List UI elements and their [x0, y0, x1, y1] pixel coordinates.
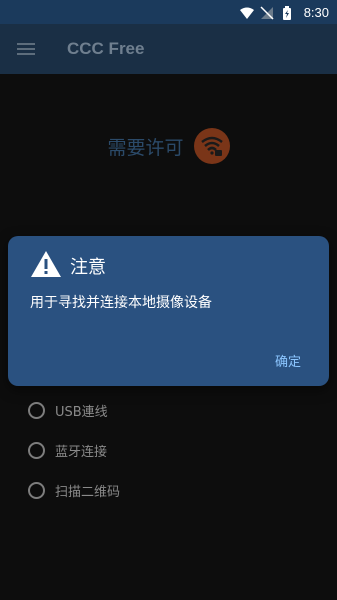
wifi-lock-icon[interactable] [193, 128, 230, 164]
option-qr-scan[interactable]: 扫描二维码 [28, 470, 120, 510]
option-label: USB連线 [55, 404, 108, 420]
menu-button[interactable] [0, 24, 52, 74]
option-label: 扫描二维码 [55, 484, 121, 500]
option-label: 蓝牙连接 [55, 444, 108, 460]
app-title: CCC Free [67, 39, 145, 58]
dialog-header: 注意 [30, 250, 106, 282]
dialog-message: 用于寻找并连接本地摄像设备 [30, 295, 212, 311]
app-bar: CCC Free [0, 24, 337, 74]
radio-button[interactable] [28, 441, 45, 459]
radio-button[interactable] [28, 401, 45, 419]
alert-dialog: 注意 用于寻找并连接本地摄像设备 确定 [8, 236, 329, 386]
permission-title: 需要许可 [107, 136, 184, 159]
radio-button[interactable] [28, 481, 45, 499]
battery-charging-icon [280, 5, 294, 20]
permission-header: 需要许可 [0, 124, 337, 168]
warning-icon [30, 250, 62, 282]
dialog-title: 注意 [70, 257, 106, 278]
wifi-icon [239, 5, 254, 19]
confirm-button[interactable]: 确定 [275, 351, 301, 370]
connection-options: USB連线 蓝牙连接 扫描二维码 [28, 390, 120, 510]
hamburger-icon [17, 43, 35, 55]
option-bluetooth[interactable]: 蓝牙连接 [28, 430, 120, 470]
no-signal-icon [260, 5, 274, 20]
status-bar: 8:30 [0, 0, 337, 24]
option-usb[interactable]: USB連线 [28, 390, 120, 430]
status-time: 8:30 [303, 4, 329, 20]
